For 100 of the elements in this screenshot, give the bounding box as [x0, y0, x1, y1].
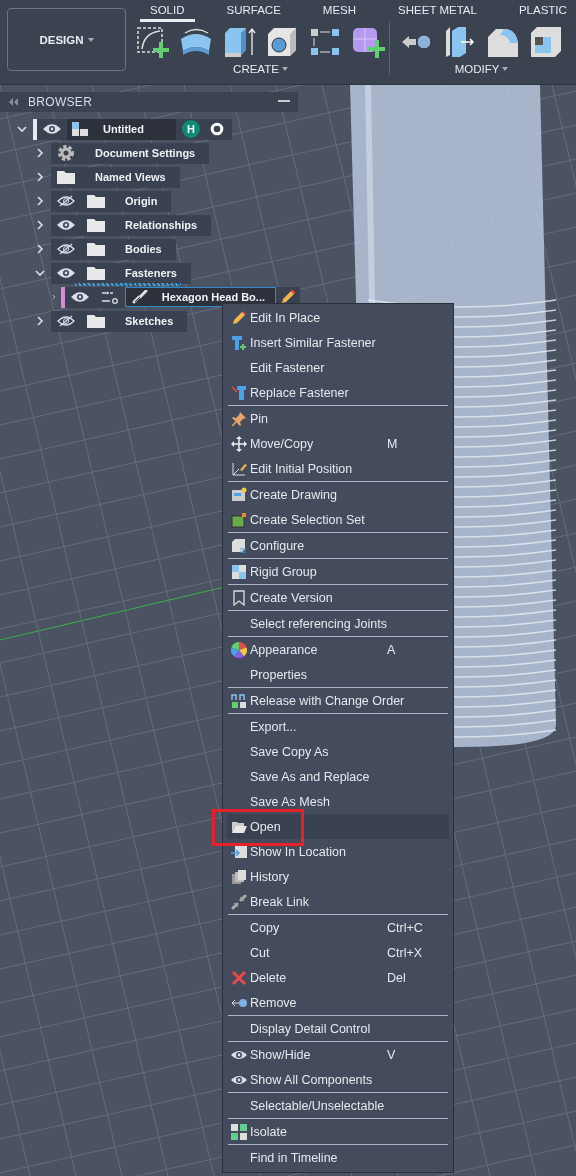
stacked-pages-icon: [231, 868, 247, 885]
menu-item[interactable]: Move/Copy M: [227, 431, 449, 456]
menu-item[interactable]: Create Selection Set: [227, 507, 449, 532]
eye-icon[interactable]: [57, 267, 75, 279]
drawing-sheet-icon: [231, 486, 247, 503]
hidden-eye-icon[interactable]: [57, 243, 75, 255]
selection-set-icon: [231, 511, 247, 528]
offset-face-icon[interactable]: [443, 25, 477, 59]
eye-icon[interactable]: [70, 291, 89, 303]
panel-title: BROWSER: [28, 95, 94, 109]
menu-item[interactable]: Copy Ctrl+C: [227, 915, 449, 940]
menu-item[interactable]: Select referencing Joints: [227, 611, 449, 636]
minimize-icon[interactable]: [278, 100, 290, 104]
menu-item[interactable]: Remove: [227, 990, 449, 1015]
menu-item[interactable]: Edit Initial Position: [227, 456, 449, 481]
tree-item[interactable]: Fasteners: [51, 262, 191, 284]
gear-icon: [57, 144, 75, 162]
menu-item[interactable]: Save As and Replace: [227, 764, 449, 789]
folder-icon: [87, 218, 105, 232]
eye-icon[interactable]: [57, 219, 75, 231]
folder-icon: [87, 266, 105, 280]
menu-item[interactable]: Display Detail Control: [227, 1016, 449, 1041]
tree-item[interactable]: Bodies: [51, 238, 176, 260]
menu-item[interactable]: Isolate: [227, 1119, 449, 1144]
shortcut-label: V: [387, 1047, 397, 1062]
menu-item[interactable]: Configure: [227, 533, 449, 558]
toolbar-tab[interactable]: SURFACE: [216, 0, 291, 22]
bolt-swap-icon: [231, 384, 247, 401]
menu-item[interactable]: Save As Mesh: [227, 789, 449, 814]
toolbar-tab[interactable]: MESH: [312, 0, 367, 22]
shortcut-label: Del: [387, 970, 407, 985]
toolbar-tab[interactable]: PLASTIC: [508, 0, 576, 22]
hidden-eye-icon[interactable]: [57, 195, 75, 207]
joint-toggle-icon: [100, 290, 119, 304]
tree-item[interactable]: Untitled H: [33, 118, 232, 140]
menu-item[interactable]: Cut Ctrl+X: [227, 940, 449, 965]
menu-item[interactable]: Create Drawing: [227, 482, 449, 507]
shortcut-label: A: [387, 642, 397, 657]
tree-item[interactable]: Document Settings: [51, 142, 210, 164]
toolbar-tab[interactable]: SOLID: [140, 0, 195, 22]
menu-item[interactable]: Open: [227, 814, 449, 839]
shortcut-label: M: [387, 436, 399, 451]
tree-item[interactable]: Named Views: [51, 166, 180, 188]
menu-item[interactable]: Show/Hide V: [227, 1042, 449, 1067]
tool-group-dropdown[interactable]: CREATE: [231, 60, 290, 75]
shell-icon[interactable]: [529, 25, 563, 59]
menu-item[interactable]: Delete Del: [227, 965, 449, 990]
menu-item[interactable]: Break Link: [227, 889, 449, 914]
component-icon: [71, 121, 89, 137]
pencil-icon[interactable]: [280, 289, 296, 305]
broken-link-icon: [231, 893, 247, 910]
menu-item[interactable]: Show All Components: [227, 1067, 449, 1092]
menu-item[interactable]: Show In Location: [227, 839, 449, 864]
menu-item[interactable]: Replace Fastener: [227, 380, 449, 405]
tree-item[interactable]: Relationships: [51, 214, 212, 236]
release-icon: [231, 692, 247, 709]
hole-icon[interactable]: [265, 25, 299, 59]
menu-item[interactable]: Pin: [227, 406, 449, 431]
toolbar-tab[interactable]: SHEET METAL: [388, 0, 487, 22]
menu-item[interactable]: Edit Fastener: [227, 355, 449, 380]
tree-item[interactable]: Sketches: [51, 310, 188, 332]
folder-icon: [87, 242, 105, 256]
menu-item[interactable]: Export...: [227, 714, 449, 739]
menu-item[interactable]: Save Copy As: [227, 739, 449, 764]
pushpin-icon: [231, 410, 247, 427]
menu-item[interactable]: Find in Timeline: [227, 1145, 449, 1170]
tree-item[interactable]: Origin: [51, 190, 172, 212]
isolate-grid-icon: [231, 1123, 247, 1140]
ring-icon[interactable]: [209, 122, 224, 136]
bookmark-icon: [231, 589, 247, 606]
folder-icon: [87, 314, 105, 328]
menu-item[interactable]: Create Version: [227, 585, 449, 610]
tree-item-label: Hexagon Head Bo...: [161, 291, 265, 303]
sketch-plus-icon[interactable]: [136, 25, 170, 59]
bolt-plus-icon: [231, 334, 247, 351]
menu-item[interactable]: Properties: [227, 662, 449, 687]
menu-item[interactable]: Rigid Group: [227, 559, 449, 584]
move-arrows-icon: [231, 435, 247, 452]
form-cube-icon[interactable]: [351, 25, 385, 59]
menu-item[interactable]: History: [227, 864, 449, 889]
workspace-dropdown[interactable]: DESIGN: [7, 8, 126, 71]
configure-block-icon: [231, 537, 247, 554]
delete-x-icon: [231, 969, 247, 986]
axes-pencil-icon: [231, 460, 247, 477]
color-wheel-icon: [231, 641, 247, 658]
collapse-panel-icon[interactable]: [8, 98, 18, 106]
eye-icon[interactable]: [43, 123, 61, 135]
pencil-icon: [231, 309, 247, 326]
menu-item[interactable]: Edit In Place: [227, 305, 449, 330]
tree-item-label: Untitled: [102, 123, 145, 135]
folder-icon: [87, 194, 105, 208]
tool-group-dropdown[interactable]: MODIFY: [452, 60, 511, 75]
menu-item[interactable]: Appearance A: [227, 637, 449, 662]
folder-icon: [57, 170, 75, 184]
hidden-eye-icon[interactable]: [57, 315, 75, 327]
menu-item[interactable]: Release with Change Order: [227, 688, 449, 713]
menu-item[interactable]: Selectable/Unselectable: [227, 1093, 449, 1118]
menu-item[interactable]: Insert Similar Fastener: [227, 330, 449, 355]
extrude-icon[interactable]: [222, 25, 256, 59]
shortcut-label: Ctrl+X: [387, 945, 424, 960]
